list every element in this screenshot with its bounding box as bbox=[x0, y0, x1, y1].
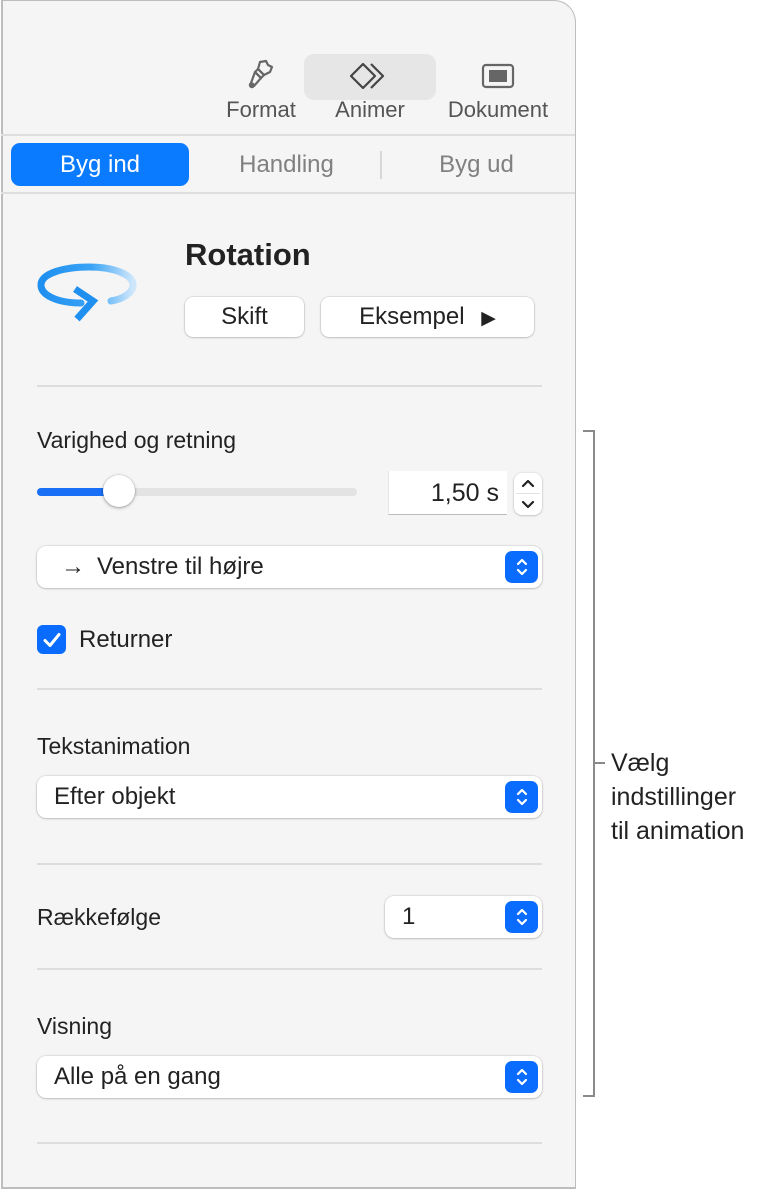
build-tabs: Byg ind Handling Byg ud bbox=[11, 143, 567, 187]
tab-build-out[interactable]: Byg ud bbox=[389, 143, 564, 186]
delivery-popup[interactable]: Alle på en gang bbox=[37, 1056, 542, 1098]
return-checkbox[interactable] bbox=[37, 625, 66, 654]
toolbar-animate-button[interactable]: Animer bbox=[304, 53, 436, 133]
document-icon bbox=[481, 53, 515, 99]
chevron-up-icon bbox=[521, 479, 535, 487]
duration-section-label: Varighed og retning bbox=[37, 427, 237, 453]
preview-button[interactable]: Eksempel ▶ bbox=[321, 297, 534, 337]
section-divider bbox=[37, 1142, 542, 1144]
order-label: Rækkefølge bbox=[37, 904, 161, 930]
preview-button-label: Eksempel bbox=[359, 303, 465, 330]
effect-title: Rotation bbox=[185, 237, 311, 272]
toolbar-document-label: Dokument bbox=[447, 97, 549, 122]
paintbrush-icon bbox=[246, 53, 276, 99]
duration-stepper[interactable] bbox=[514, 473, 542, 515]
popup-arrows-icon bbox=[505, 781, 538, 813]
delivery-label: Visning bbox=[37, 1013, 113, 1039]
tab-action[interactable]: Handling bbox=[199, 143, 374, 186]
toolbar-document-button[interactable]: Dokument bbox=[438, 53, 558, 133]
direction-value: → Venstre til højre bbox=[54, 546, 264, 588]
direction-label: Venstre til højre bbox=[97, 553, 264, 580]
callout-tick bbox=[595, 762, 605, 764]
inspector-toolbar: Format Animer Dokument bbox=[1, 53, 575, 133]
callout-line: indstillinger bbox=[611, 783, 737, 811]
tab-separator bbox=[380, 151, 382, 179]
order-popup[interactable]: 1 bbox=[385, 896, 542, 938]
callout-bracket bbox=[583, 430, 595, 1097]
duration-input[interactable]: 1,50 s bbox=[388, 471, 507, 515]
tab-build-in[interactable]: Byg ind bbox=[11, 143, 189, 186]
play-icon: ▶ bbox=[481, 308, 496, 329]
slider-thumb[interactable] bbox=[102, 475, 135, 507]
order-value: 1 bbox=[402, 903, 416, 930]
toolbar-format-label: Format bbox=[226, 97, 296, 122]
popup-arrows-icon bbox=[505, 901, 538, 933]
popup-arrows-icon bbox=[505, 551, 538, 583]
toolbar-divider bbox=[1, 134, 575, 136]
toolbar-format-button[interactable]: Format bbox=[219, 53, 303, 133]
chevron-down-icon bbox=[521, 500, 535, 508]
animate-inspector-panel: Format Animer Dokument Byg ind Handling … bbox=[1, 0, 576, 1189]
delivery-value: Alle på en gang bbox=[54, 1063, 221, 1090]
text-animation-label: Tekstanimation bbox=[37, 733, 191, 759]
stepper-up-button[interactable] bbox=[514, 473, 542, 493]
tabs-divider bbox=[1, 192, 575, 194]
callout-line: til animation bbox=[611, 817, 745, 845]
section-divider bbox=[37, 863, 542, 865]
rotation-arrow-icon bbox=[37, 263, 137, 334]
callout-text: Vælg indstillinger til animation bbox=[611, 746, 744, 848]
duration-slider[interactable] bbox=[37, 475, 357, 507]
stepper-down-button[interactable] bbox=[514, 494, 542, 514]
section-divider bbox=[37, 385, 542, 387]
section-divider bbox=[37, 968, 542, 970]
popup-arrows-icon bbox=[505, 1061, 538, 1093]
checkmark-icon bbox=[43, 632, 60, 647]
change-effect-button[interactable]: Skift bbox=[185, 297, 304, 337]
direction-popup[interactable]: → Venstre til højre bbox=[37, 546, 542, 588]
text-animation-popup[interactable]: Efter objekt bbox=[37, 776, 542, 818]
text-animation-value: Efter objekt bbox=[54, 783, 176, 810]
animate-diamonds-icon bbox=[348, 53, 392, 99]
return-label: Returner bbox=[79, 626, 173, 653]
arrow-right-icon: → bbox=[61, 553, 85, 580]
toolbar-animate-label: Animer bbox=[335, 97, 405, 122]
callout-line: Vælg bbox=[611, 749, 670, 777]
section-divider bbox=[37, 688, 542, 690]
